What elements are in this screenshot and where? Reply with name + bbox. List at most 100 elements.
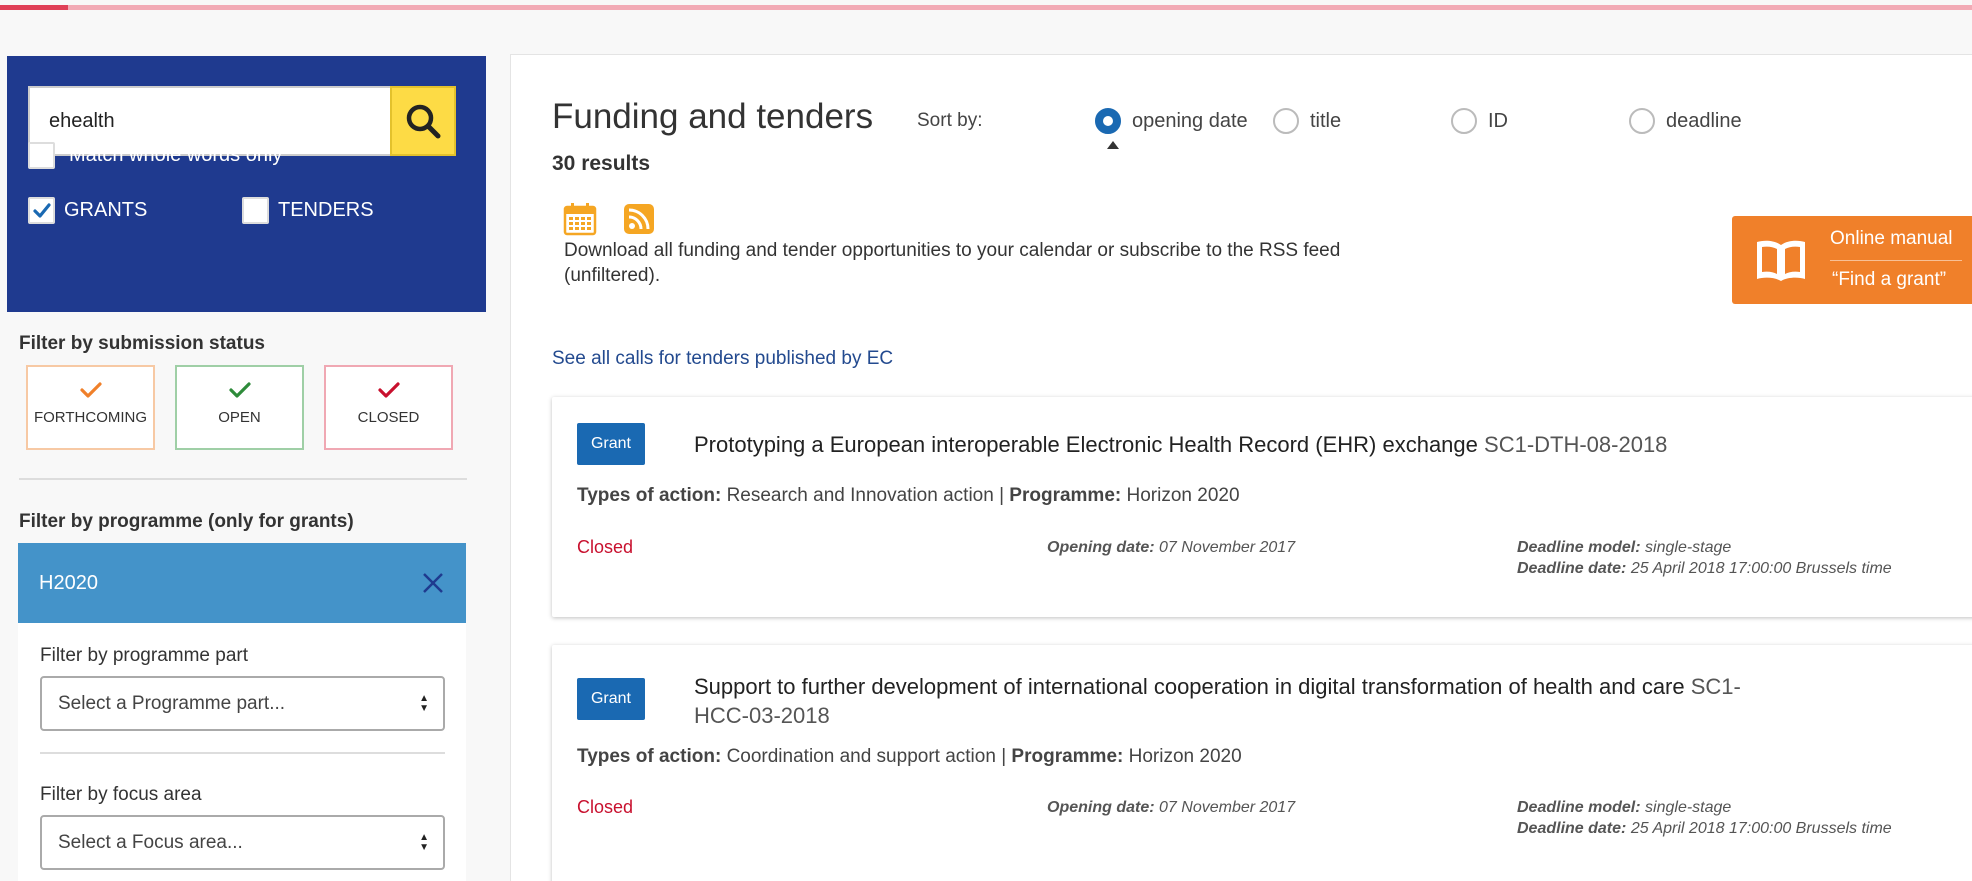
opening-date-value: 07 November 2017 — [1159, 539, 1296, 556]
see-all-tenders-link[interactable]: See all calls for tenders published by E… — [552, 348, 893, 370]
grants-checkbox[interactable] — [28, 197, 55, 224]
opening-date: Opening date: 07 November 2017 — [1047, 537, 1295, 558]
sort-opening-date-radio[interactable] — [1095, 108, 1121, 134]
status-closed-label: CLOSED — [357, 409, 420, 426]
programme-filter-title: Filter by programme (only for grants) — [19, 511, 354, 532]
call-title: Prototyping a European interoperable Ele… — [694, 432, 1478, 457]
results-count: 30 results — [552, 152, 651, 175]
focus-area-label: Filter by focus area — [40, 784, 202, 805]
grants-label: GRANTS — [64, 199, 148, 221]
sidebar-divider — [19, 478, 467, 480]
programme-value: Horizon 2020 — [1126, 485, 1240, 506]
call-id: SC1-DTH-08-2018 — [1484, 432, 1668, 457]
page-title: Funding and tenders — [552, 97, 874, 136]
manual-separator — [1830, 260, 1962, 261]
call-status: Closed — [577, 797, 634, 817]
call-title-link[interactable]: Prototyping a European interoperable Ele… — [694, 430, 1744, 459]
checkmark-icon — [79, 382, 102, 398]
status-forthcoming-label: FORTHCOMING — [33, 409, 148, 426]
types-value: Coordination and support action — [726, 746, 996, 767]
select-arrows-icon: ▲ ▼ — [419, 693, 429, 714]
status-open-label: OPEN — [218, 409, 261, 426]
deadline-model-label: Deadline model: — [1517, 799, 1641, 816]
sort-title[interactable]: title — [1273, 108, 1341, 134]
sort-deadline-radio[interactable] — [1629, 108, 1655, 134]
tenders-label: TENDERS — [278, 199, 374, 221]
call-title-link[interactable]: Support to further development of intern… — [694, 672, 1744, 730]
select-arrows-icon: ▲ ▼ — [419, 832, 429, 853]
rss-icon — [624, 204, 654, 234]
match-whole-words-label: Match whole words only — [69, 144, 283, 166]
download-description: Download all funding and tender opportun… — [564, 240, 1341, 286]
submission-status-title: Filter by submission status — [19, 333, 265, 354]
opening-date: Opening date: 07 November 2017 — [1047, 797, 1295, 818]
sort-direction-caret-icon[interactable] — [1107, 141, 1119, 149]
focus-area-placeholder: Select a Focus area... — [58, 831, 243, 853]
manual-subtitle: “Find a grant” — [1832, 269, 1947, 290]
programme-chip-h2020: H2020 — [18, 543, 466, 623]
call-title: Support to further development of intern… — [694, 674, 1685, 699]
calendar-icon — [563, 203, 597, 236]
deadline-model-value: single-stage — [1645, 539, 1732, 556]
main-content: Funding and tenders 30 results Sort by: … — [510, 54, 1972, 881]
deadline-model-label: Deadline model: — [1517, 539, 1641, 556]
grant-badge: Grant — [577, 678, 645, 720]
manual-title: Online manual — [1830, 228, 1953, 249]
tenders-checkbox[interactable] — [242, 197, 269, 224]
sort-title-label: title — [1310, 109, 1342, 132]
programme-filter-box: Filter by programme part Select a Progra… — [18, 623, 466, 881]
call-status: Closed — [577, 537, 634, 557]
programme-box-divider — [40, 752, 445, 754]
deadline-info: Deadline model: single-stage Deadline da… — [1517, 537, 1892, 579]
search-button[interactable] — [390, 86, 456, 156]
tenders-option[interactable]: TENDERS — [242, 197, 374, 224]
focus-area-select[interactable]: Select a Focus area... ▲ ▼ — [40, 815, 445, 870]
top-progress-bar — [0, 0, 1972, 10]
sort-label: Sort by: — [917, 110, 983, 131]
opening-date-label: Opening date: — [1047, 539, 1155, 556]
opening-date-value: 07 November 2017 — [1159, 799, 1296, 816]
programme-part-select[interactable]: Select a Programme part... ▲ ▼ — [40, 676, 445, 731]
online-manual-button[interactable]: Online manual “Find a grant” — [1732, 216, 1972, 304]
types-value: Research and Innovation action — [726, 485, 994, 506]
programme-chip-label: H2020 — [39, 571, 98, 594]
programme-part-placeholder: Select a Programme part... — [58, 692, 286, 714]
match-whole-words-checkbox[interactable] — [28, 142, 55, 169]
status-forthcoming-button[interactable]: FORTHCOMING — [26, 365, 155, 450]
card-meta: Types of action: Coordination and suppor… — [577, 746, 1242, 767]
deadline-date-value: 25 April 2018 17:00:00 Brussels time — [1630, 820, 1892, 837]
close-icon[interactable] — [422, 572, 444, 594]
grants-option[interactable]: GRANTS — [28, 197, 147, 224]
calendar-download-button[interactable] — [563, 202, 597, 241]
match-whole-words-option[interactable]: Match whole words only — [28, 142, 282, 169]
sort-id-label: ID — [1488, 109, 1508, 132]
status-open-button[interactable]: OPEN — [175, 365, 304, 450]
sort-title-radio[interactable] — [1273, 108, 1299, 134]
types-label: Types of action: — [577, 485, 722, 506]
sort-deadline-label: deadline — [1666, 109, 1742, 132]
programme-part-label: Filter by programme part — [40, 645, 249, 666]
deadline-date-value: 25 April 2018 17:00:00 Brussels time — [1630, 560, 1892, 577]
deadline-date-label: Deadline date: — [1517, 560, 1627, 577]
grant-badge: Grant — [577, 423, 645, 465]
search-icon — [406, 104, 441, 139]
deadline-date-label: Deadline date: — [1517, 820, 1627, 837]
sort-deadline[interactable]: deadline — [1629, 108, 1742, 134]
rss-subscribe-button[interactable] — [624, 204, 654, 239]
sort-id-radio[interactable] — [1451, 108, 1477, 134]
programme-label: Programme: — [1011, 746, 1124, 767]
result-card: Grant Support to further development of … — [552, 645, 1972, 881]
sort-opening-date[interactable]: opening date — [1095, 108, 1248, 134]
deadline-model-value: single-stage — [1645, 799, 1732, 816]
deadline-info: Deadline model: single-stage Deadline da… — [1517, 797, 1892, 839]
top-bar-line — [0, 5, 1972, 10]
card-meta: Types of action: Research and Innovation… — [577, 485, 1240, 506]
checkmark-icon — [228, 382, 251, 398]
sort-id[interactable]: ID — [1451, 108, 1508, 134]
status-closed-button[interactable]: CLOSED — [324, 365, 453, 450]
result-card: Grant Prototyping a European interoperab… — [552, 397, 1972, 617]
checkmark-icon — [32, 202, 51, 218]
opening-date-label: Opening date: — [1047, 799, 1155, 816]
programme-label: Programme: — [1009, 485, 1122, 506]
search-panel: Match whole words only GRANTS TENDERS — [7, 56, 486, 312]
